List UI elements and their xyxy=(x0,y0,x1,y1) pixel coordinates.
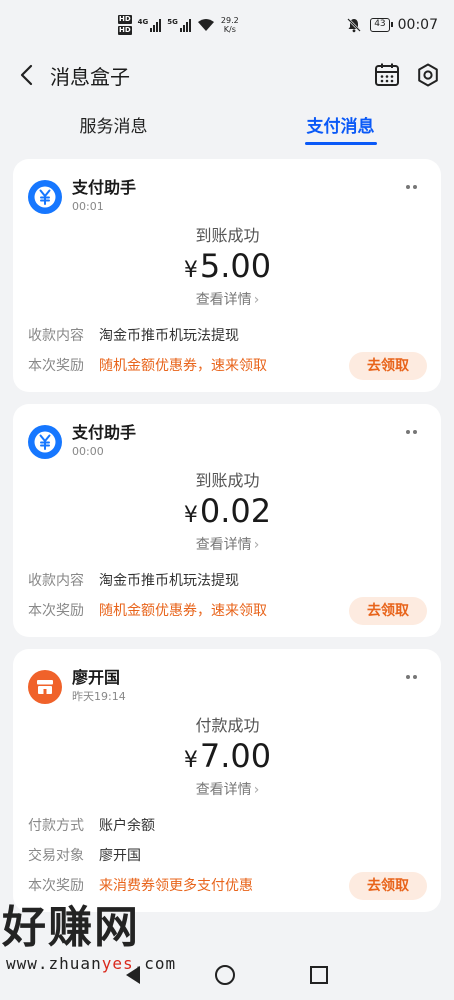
tab-payment-messages[interactable]: 支付消息 xyxy=(227,100,454,148)
hd-bottom-label: HD xyxy=(118,26,132,35)
info-row: 付款方式 账户余额 xyxy=(28,816,427,836)
row-label: 本次奖励 xyxy=(28,603,84,619)
claim-reward-button[interactable]: 去领取 xyxy=(349,352,427,380)
row-label: 交易对象 xyxy=(28,848,84,864)
store-icon xyxy=(28,670,62,704)
battery-indicator: 43 xyxy=(370,18,394,32)
calendar-icon[interactable] xyxy=(374,62,400,88)
transaction-amount: ¥0.02 xyxy=(28,492,427,535)
row-value: 淘金币推币机玩法提现 xyxy=(99,328,239,344)
reward-row: 本次奖励 随机金额优惠券，速来领取 去领取 xyxy=(28,352,427,380)
currency-symbol: ¥ xyxy=(183,503,198,528)
row-label: 收款内容 xyxy=(28,328,84,344)
sender-name: 支付助手 xyxy=(72,423,137,442)
back-arrow-icon[interactable] xyxy=(14,63,38,87)
amount-value: 7.00 xyxy=(199,737,272,775)
chevron-right-icon: › xyxy=(253,782,260,798)
system-nav-bar xyxy=(0,950,454,1000)
transaction-status: 付款成功 xyxy=(195,716,260,735)
row-label: 本次奖励 xyxy=(28,878,84,894)
sender-name: 支付助手 xyxy=(72,178,137,197)
transaction-status: 到账成功 xyxy=(195,226,260,245)
row-label: 收款内容 xyxy=(28,573,84,589)
wifi-icon xyxy=(197,19,214,31)
payment-message-card[interactable]: 廖开国 昨天19:14 付款成功 ¥7.00 查看详情 › 付款方式 账户余额 交… xyxy=(13,649,441,912)
view-details-link[interactable]: 查看详情 › xyxy=(28,290,427,310)
reward-text: 随机金额优惠券，速来领取 xyxy=(99,358,267,374)
info-row: 收款内容 淘金币推币机玩法提现 xyxy=(28,326,427,346)
view-details-link[interactable]: 查看详情 › xyxy=(28,535,427,555)
reward-text: 来消费券领更多支付优惠 xyxy=(99,878,253,894)
row-value: 廖开国 xyxy=(99,848,141,864)
amount-value: 0.02 xyxy=(199,492,272,530)
more-options-icon[interactable] xyxy=(403,424,419,440)
transaction-amount: ¥5.00 xyxy=(28,247,427,290)
row-label: 本次奖励 xyxy=(28,358,84,374)
page-title: 消息盒子 xyxy=(50,64,130,89)
nav-home-icon[interactable] xyxy=(215,965,235,985)
view-details-link[interactable]: 查看详情 › xyxy=(28,780,427,800)
view-details-label: 查看详情 xyxy=(195,782,252,798)
yuan-coin-icon xyxy=(28,425,62,459)
chevron-right-icon: › xyxy=(253,537,260,553)
tab-service-messages[interactable]: 服务消息 xyxy=(0,100,227,148)
status-bar: HD HD 4G 5G 29.2 K/s 43 00:07 xyxy=(0,0,454,50)
nav-back-icon[interactable] xyxy=(126,966,140,984)
info-row: 收款内容 淘金币推币机玩法提现 xyxy=(28,571,427,591)
nav-recents-icon[interactable] xyxy=(310,966,328,984)
message-time: 昨天19:14 xyxy=(72,690,126,703)
hd-top-label: HD xyxy=(118,15,132,24)
speed-unit: K/s xyxy=(223,25,236,34)
amount-value: 5.00 xyxy=(199,247,272,285)
payment-message-card[interactable]: 支付助手 00:01 到账成功 ¥5.00 查看详情 › 收款内容 淘金币推币机玩… xyxy=(13,159,441,392)
message-list: 支付助手 00:01 到账成功 ¥5.00 查看详情 › 收款内容 淘金币推币机玩… xyxy=(0,148,454,912)
signal-5g-icon: 5G xyxy=(167,18,191,32)
signal-4g-icon: 4G xyxy=(138,18,162,32)
currency-symbol: ¥ xyxy=(183,748,198,773)
settings-gear-icon[interactable] xyxy=(416,63,440,87)
reward-row: 本次奖励 来消费券领更多支付优惠 去领取 xyxy=(28,872,427,900)
more-options-icon[interactable] xyxy=(403,179,419,195)
clock: 00:07 xyxy=(397,17,438,33)
message-time: 00:01 xyxy=(72,200,104,213)
payment-message-card[interactable]: 支付助手 00:00 到账成功 ¥0.02 查看详情 › 收款内容 淘金币推币机玩… xyxy=(13,404,441,637)
reward-row: 本次奖励 随机金额优惠券，速来领取 去领取 xyxy=(28,597,427,625)
currency-symbol: ¥ xyxy=(183,258,198,283)
transaction-status: 到账成功 xyxy=(195,471,260,490)
transaction-amount: ¥7.00 xyxy=(28,737,427,780)
row-value: 淘金币推币机玩法提现 xyxy=(99,573,239,589)
more-options-icon[interactable] xyxy=(403,669,419,685)
row-value: 账户余额 xyxy=(99,818,155,834)
signal-4g-label: 4G xyxy=(137,18,149,26)
claim-reward-button[interactable]: 去领取 xyxy=(349,597,427,625)
message-time: 00:00 xyxy=(72,445,104,458)
signal-5g-label: 5G xyxy=(167,18,178,26)
yuan-coin-icon xyxy=(28,180,62,214)
row-label: 付款方式 xyxy=(28,818,84,834)
view-details-label: 查看详情 xyxy=(195,537,252,553)
chevron-right-icon: › xyxy=(253,292,260,308)
hd-indicator: HD HD xyxy=(118,14,132,36)
view-details-label: 查看详情 xyxy=(195,292,252,308)
message-tabs: 服务消息 支付消息 xyxy=(0,100,454,148)
reward-text: 随机金额优惠券，速来领取 xyxy=(99,603,267,619)
network-speed: 29.2 K/s xyxy=(221,16,239,34)
mute-bell-icon xyxy=(347,18,362,33)
title-bar: 消息盒子 xyxy=(0,50,454,100)
claim-reward-button[interactable]: 去领取 xyxy=(349,872,427,900)
sender-name: 廖开国 xyxy=(72,668,121,687)
speed-value: 29.2 xyxy=(220,16,239,25)
info-row: 交易对象 廖开国 xyxy=(28,846,427,866)
